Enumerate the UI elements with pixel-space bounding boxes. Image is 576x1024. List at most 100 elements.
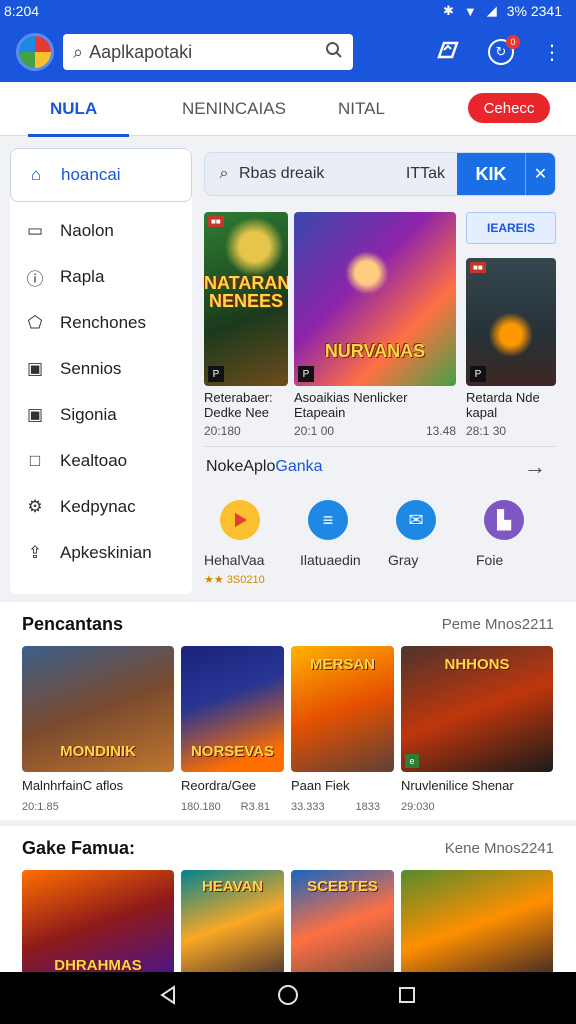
featured-title: Reterabaer: Dedke Nee bbox=[204, 390, 273, 420]
featured-title: Asoaikias Nenlicker Etapeain bbox=[294, 390, 408, 420]
sidebar-item-sigonia[interactable]: ▣ Sigonia bbox=[10, 392, 192, 438]
section-pencantans: Pencantans Peme Mnos2211 MONDINIK Malnhr… bbox=[0, 602, 576, 820]
game-art: HEAVAN bbox=[181, 870, 284, 978]
game-title: MalnhrfainC aflos bbox=[22, 778, 124, 793]
store-icon[interactable] bbox=[436, 37, 460, 67]
main-search-input[interactable]: ⌕ Rbas dreaik ITTak KIK ✕ bbox=[204, 152, 556, 196]
game-title: Reordra/Gee bbox=[181, 778, 257, 793]
game-art bbox=[401, 870, 553, 978]
app-bar: ⌕ Aaplkapotaki ↻ 0 ⋮ bbox=[0, 22, 576, 82]
sidebar-item-kealtoao[interactable]: □ Kealtoao bbox=[10, 438, 192, 484]
sidebar-item-label: hoancai bbox=[61, 165, 121, 184]
section-more-link[interactable]: Kene Mnos2241 bbox=[445, 840, 554, 857]
sidebar-item-renchones[interactable]: ⬠ Renchones bbox=[10, 300, 192, 346]
app-row: HehalVaa ★★ 3S0210 ≡ Ilatuaedin ✉ Gray ▙… bbox=[204, 500, 556, 586]
sidebar-item-label: Rapla bbox=[60, 267, 105, 286]
download-icon: ⇪ bbox=[27, 543, 43, 562]
top-tabs: NULA NENINCAIAS NITAL Cehecc bbox=[0, 82, 576, 137]
art-title: MERSAN bbox=[309, 656, 375, 673]
featured-art: NURVANAS P bbox=[294, 212, 456, 386]
game-card[interactable]: DHRAHMAS bbox=[22, 870, 174, 978]
sidebar-item-naolon[interactable]: ▭ Naolon bbox=[10, 208, 192, 254]
notification-badge: 0 bbox=[506, 35, 520, 49]
recents-icon[interactable] bbox=[397, 985, 417, 1011]
home-icon: ⌂ bbox=[30, 165, 42, 184]
gift-icon: ⬠ bbox=[27, 313, 43, 332]
app-item[interactable]: ✉ Gray bbox=[380, 500, 468, 586]
status-icons: ✱ ▼ ◢ 3% 2341 bbox=[443, 3, 562, 19]
game-meta: 29:030 bbox=[401, 801, 553, 813]
art-title: NORSEVAS bbox=[190, 743, 275, 760]
back-icon[interactable] bbox=[159, 985, 179, 1011]
app-item[interactable]: HehalVaa ★★ 3S0210 bbox=[204, 500, 292, 586]
art-title: NATARAN NENEES bbox=[204, 273, 288, 311]
search-submit-button[interactable]: KIK bbox=[457, 153, 525, 195]
game-card[interactable]: MONDINIK MalnhrfainC aflos 20:1.85 bbox=[22, 646, 174, 813]
featured-art: ■■ NATARAN NENEES P bbox=[204, 212, 288, 386]
game-card[interactable]: MERSAN Paan Fiek 33.333 1833 bbox=[291, 646, 394, 813]
rating-tag: P bbox=[298, 366, 314, 382]
red-action-button[interactable]: Cehecc bbox=[468, 93, 550, 123]
play-icon bbox=[220, 500, 260, 540]
notification-icon[interactable]: ↻ 0 bbox=[488, 35, 520, 65]
art-label: ■■ bbox=[470, 262, 486, 273]
rating-tag: P bbox=[208, 366, 224, 382]
sidebar-item-apkeskinian[interactable]: ⇪ Apkeskinian bbox=[10, 530, 192, 576]
close-icon[interactable]: ✕ bbox=[525, 153, 555, 195]
tab-nital[interactable]: NITAL bbox=[338, 82, 385, 136]
game-title: Paan Fiek bbox=[291, 778, 350, 793]
app-item[interactable]: ≡ Ilatuaedin bbox=[292, 500, 380, 586]
game-art: MERSAN bbox=[291, 646, 394, 772]
app-name: Gray bbox=[388, 552, 419, 568]
game-meta-left: 20:1.85 bbox=[22, 801, 59, 813]
search-icon[interactable] bbox=[325, 41, 343, 64]
art-title: MONDINIK bbox=[60, 743, 136, 760]
sidebar-item-label: Naolon bbox=[60, 221, 114, 240]
featured-meta-left: 20:180 bbox=[204, 424, 241, 438]
arrow-right-icon[interactable]: → bbox=[524, 454, 546, 480]
app-logo[interactable] bbox=[16, 33, 54, 71]
sidebar-item-home[interactable]: ⌂ hoancai bbox=[10, 148, 192, 202]
square-icon: □ bbox=[29, 451, 41, 470]
art-label: ■■ bbox=[208, 216, 224, 227]
sidebar-item-label: Apkeskinian bbox=[60, 543, 152, 562]
search-placeholder: Aaplkapotaki bbox=[89, 41, 193, 62]
sidebar-item-label: Sennios bbox=[60, 359, 122, 378]
sidebar-item-sennios[interactable]: ▣ Sennios bbox=[10, 346, 192, 392]
art-title: NURVANAS bbox=[324, 341, 426, 361]
game-card[interactable] bbox=[401, 870, 553, 978]
sidebar-item-kedpynac[interactable]: ⚙ Kedpynac bbox=[10, 484, 192, 530]
divider bbox=[204, 446, 556, 447]
wifi-icon: ▼ bbox=[463, 3, 477, 19]
app-name: Ilatuaedin bbox=[300, 552, 361, 568]
app-item[interactable]: ▙ Foie bbox=[468, 500, 556, 586]
featured-meta-right: 13.48 bbox=[425, 424, 456, 438]
game-meta-right: 1833 bbox=[355, 801, 380, 813]
more-icon[interactable]: ⋮ bbox=[542, 40, 562, 65]
game-card[interactable]: NHHONS e Nruvlenilice Shenar 29:030 bbox=[401, 646, 553, 813]
featured-title: Retarda Nde kapal bbox=[466, 390, 540, 420]
featured-card[interactable]: ■■ NATARAN NENEES P Reterabaer: Dedke Ne… bbox=[204, 212, 288, 438]
featured-meta-left: 28:1 30 bbox=[466, 424, 507, 438]
tab-nula[interactable]: NULA bbox=[27, 82, 130, 137]
tab-nenincaias[interactable]: NENINCAIAS bbox=[182, 82, 286, 136]
featured-card[interactable]: NURVANAS P Asoaikias Nenlicker Etapeain … bbox=[294, 212, 456, 438]
game-meta: 180.180 R3.81 bbox=[181, 801, 284, 813]
s-square-icon: ▣ bbox=[26, 359, 44, 378]
game-card[interactable]: HEAVAN bbox=[181, 870, 284, 978]
game-card[interactable]: NORSEVAS Reordra/Gee 180.180 R3.81 bbox=[181, 646, 284, 813]
featured-card[interactable]: IEAREIS ■■ P Retarda Nde kapal 28:1 30 bbox=[464, 212, 556, 438]
sidebar-item-rapla[interactable]: ⓘ Rapla bbox=[10, 254, 192, 300]
featured-meta: 20:1 00 13.48 bbox=[294, 424, 456, 438]
signal-icon: ◢ bbox=[486, 3, 497, 18]
game-card[interactable]: SCEBTES bbox=[291, 870, 394, 978]
info-icon: ⓘ bbox=[26, 269, 44, 289]
app-bar-actions: ↻ 0 ⋮ bbox=[436, 35, 562, 67]
sidebar: ⌂ hoancai ▭ Naolon ⓘ Rapla ⬠ Renchones ▣… bbox=[10, 148, 192, 594]
section-header: Pencantans Peme Mnos2211 bbox=[0, 602, 576, 646]
app-name: Foie bbox=[476, 552, 504, 568]
section-more-link[interactable]: Peme Mnos2211 bbox=[442, 616, 554, 633]
home-button-icon[interactable] bbox=[277, 984, 299, 1012]
search-input[interactable]: ⌕ Aaplkapotaki bbox=[63, 34, 353, 70]
featured-chip[interactable]: IEAREIS bbox=[466, 212, 556, 244]
